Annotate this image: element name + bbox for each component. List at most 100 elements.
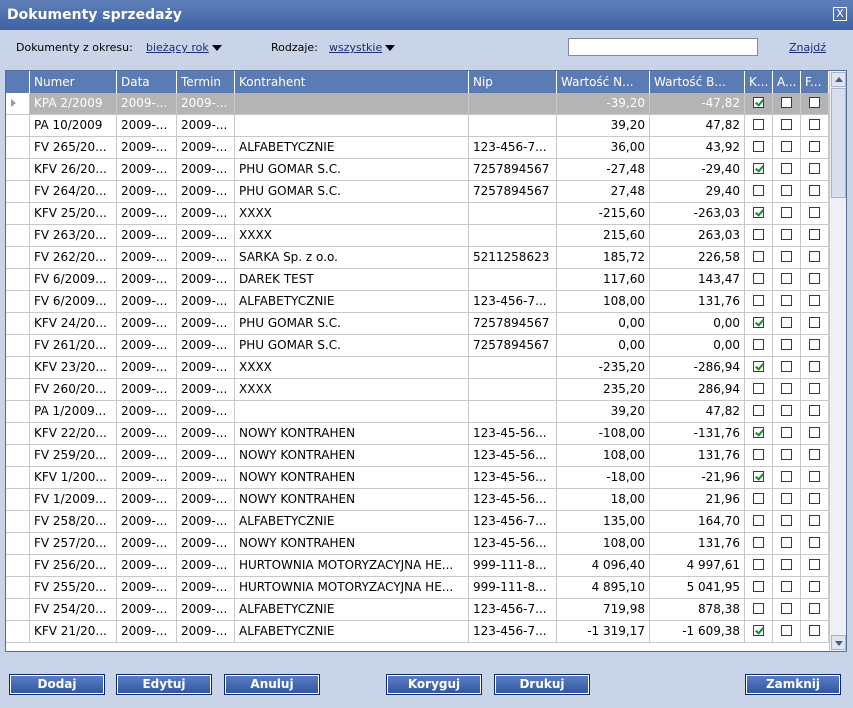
column-header[interactable]: Kontrahent [235, 71, 469, 93]
column-header[interactable]: K... [745, 71, 773, 93]
checkbox-icon[interactable] [753, 383, 764, 394]
column-header[interactable]: Numer [30, 71, 117, 93]
checkbox-icon[interactable] [781, 405, 792, 416]
table-row[interactable]: FV 264/20... 2009-... 2009-... PHU GOMAR S.… [6, 181, 829, 203]
table-row[interactable]: FV 257/20... 2009-... 2009-... NOWY KONTRAH… [6, 533, 829, 555]
checkbox-icon[interactable] [809, 383, 820, 394]
correct-button[interactable]: Koryguj [386, 674, 482, 695]
scroll-down-icon[interactable] [831, 635, 846, 650]
checkbox-icon[interactable] [809, 163, 820, 174]
checkbox-icon[interactable] [781, 361, 792, 372]
checkbox-icon[interactable] [781, 185, 792, 196]
checkbox-icon[interactable] [809, 251, 820, 262]
table-row[interactable]: PA 10/2009 2009-... 2009-... 39,20 47,82 [6, 115, 829, 137]
table-row[interactable]: FV 254/20... 2009-... 2009-... ALFABETYCZNI… [6, 599, 829, 621]
checkbox-icon[interactable] [753, 603, 764, 614]
table-row[interactable]: KFV 21/20... 2009-... 2009-... ALFABETYCZNI… [6, 621, 829, 643]
checkbox-icon[interactable] [753, 119, 764, 130]
column-header[interactable]: Data [117, 71, 177, 93]
table-row[interactable]: KFV 25/20... 2009-... 2009-... XXXX -215,60-… [6, 203, 829, 225]
checkbox-icon[interactable] [753, 559, 764, 570]
checkbox-icon[interactable] [753, 185, 764, 196]
add-button[interactable]: Dodaj [9, 674, 105, 695]
checkbox-icon[interactable] [809, 515, 820, 526]
checkbox-icon[interactable] [781, 273, 792, 284]
checkbox-icon[interactable] [753, 427, 764, 438]
edit-button[interactable]: Edytuj [116, 674, 212, 695]
checkbox-icon[interactable] [809, 449, 820, 460]
checkbox-icon[interactable] [753, 229, 764, 240]
checkbox-icon[interactable] [753, 339, 764, 350]
checkbox-icon[interactable] [753, 163, 764, 174]
checkbox-icon[interactable] [753, 317, 764, 328]
table-row[interactable]: FV 258/20... 2009-... 2009-... ALFABETYCZNI… [6, 511, 829, 533]
table-row[interactable]: PA 1/2009... 2009-... 2009-... 39,20 47,82 [6, 401, 829, 423]
scroll-up-icon[interactable] [831, 72, 846, 87]
checkbox-icon[interactable] [809, 97, 820, 108]
checkbox-icon[interactable] [809, 603, 820, 614]
checkbox-icon[interactable] [753, 471, 764, 482]
column-header[interactable]: Wartość N... [557, 71, 650, 93]
checkbox-icon[interactable] [809, 581, 820, 592]
checkbox-icon[interactable] [809, 493, 820, 504]
checkbox-icon[interactable] [753, 273, 764, 284]
column-header[interactable]: A... [773, 71, 801, 93]
checkbox-icon[interactable] [753, 493, 764, 504]
checkbox-icon[interactable] [753, 449, 764, 460]
column-header[interactable]: Termin [177, 71, 235, 93]
checkbox-icon[interactable] [809, 141, 820, 152]
close-icon[interactable]: X [833, 7, 847, 21]
checkbox-icon[interactable] [781, 339, 792, 350]
checkbox-icon[interactable] [809, 207, 820, 218]
table-row[interactable]: KFV 24/20... 2009-... 2009-... PHU GOMAR S.… [6, 313, 829, 335]
checkbox-icon[interactable] [781, 97, 792, 108]
checkbox-icon[interactable] [753, 405, 764, 416]
checkbox-icon[interactable] [753, 141, 764, 152]
find-link[interactable]: Znajdź [789, 41, 826, 54]
table-row[interactable]: FV 261/20... 2009-... 2009-... PHU GOMAR S.… [6, 335, 829, 357]
checkbox-icon[interactable] [809, 537, 820, 548]
type-dropdown[interactable]: wszystkie [329, 41, 396, 54]
checkbox-icon[interactable] [781, 119, 792, 130]
table-row[interactable]: FV 263/20... 2009-... 2009-... XXXX 215,60 26… [6, 225, 829, 247]
checkbox-icon[interactable] [753, 361, 764, 372]
table-row[interactable]: KFV 26/20... 2009-... 2009-... PHU GOMAR S.… [6, 159, 829, 181]
checkbox-icon[interactable] [781, 537, 792, 548]
checkbox-icon[interactable] [781, 625, 792, 636]
table-row[interactable]: FV 256/20... 2009-... 2009-... HURTOWNIA MO… [6, 555, 829, 577]
table-row[interactable]: FV 259/20... 2009-... 2009-... NOWY KONTRAH… [6, 445, 829, 467]
checkbox-icon[interactable] [781, 559, 792, 570]
checkbox-icon[interactable] [781, 207, 792, 218]
checkbox-icon[interactable] [809, 471, 820, 482]
checkbox-icon[interactable] [809, 339, 820, 350]
table-row[interactable]: KFV 1/200... 2009-... 2009-... NOWY KONTRAH… [6, 467, 829, 489]
scroll-thumb[interactable] [831, 88, 846, 198]
table-row[interactable]: FV 255/20... 2009-... 2009-... HURTOWNIA MO… [6, 577, 829, 599]
checkbox-icon[interactable] [781, 493, 792, 504]
checkbox-icon[interactable] [753, 537, 764, 548]
column-header[interactable]: Nip [469, 71, 557, 93]
table-row[interactable]: FV 260/20... 2009-... 2009-... XXXX 235,20 28… [6, 379, 829, 401]
checkbox-icon[interactable] [809, 273, 820, 284]
checkbox-icon[interactable] [753, 207, 764, 218]
vertical-scrollbar[interactable] [829, 71, 846, 651]
checkbox-icon[interactable] [781, 581, 792, 592]
checkbox-icon[interactable] [781, 163, 792, 174]
checkbox-icon[interactable] [809, 559, 820, 570]
table-row[interactable]: FV 262/20... 2009-... 2009-... SARKA Sp. z … [6, 247, 829, 269]
table-row[interactable]: KPA 2/2009 2009-... 2009-... -39,20 -47,82 [6, 93, 829, 115]
checkbox-icon[interactable] [781, 317, 792, 328]
column-header[interactable]: F... [801, 71, 829, 93]
table-row[interactable]: KFV 23/20... 2009-... 2009-... XXXX -235,20-… [6, 357, 829, 379]
checkbox-icon[interactable] [809, 427, 820, 438]
checkbox-icon[interactable] [753, 97, 764, 108]
column-header[interactable]: Wartość B... [650, 71, 745, 93]
checkbox-icon[interactable] [781, 427, 792, 438]
checkbox-icon[interactable] [781, 295, 792, 306]
checkbox-icon[interactable] [781, 449, 792, 460]
table-row[interactable]: KFV 22/20... 2009-... 2009-... NOWY KONTRAH… [6, 423, 829, 445]
checkbox-icon[interactable] [753, 295, 764, 306]
checkbox-icon[interactable] [781, 383, 792, 394]
print-button[interactable]: Drukuj [494, 674, 590, 695]
checkbox-icon[interactable] [809, 317, 820, 328]
